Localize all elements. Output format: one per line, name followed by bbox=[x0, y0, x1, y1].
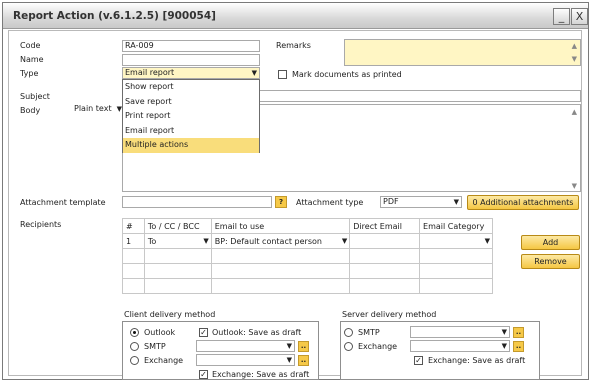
server-exchange-radio[interactable] bbox=[344, 342, 353, 351]
row-to-cell[interactable]: To ▼ bbox=[143, 233, 212, 249]
client-delivery-title: Client delivery method bbox=[124, 310, 216, 319]
name-label: Name bbox=[20, 55, 44, 64]
chevron-down-icon: ▼ bbox=[251, 69, 257, 77]
remove-recipient-button[interactable]: Remove bbox=[521, 254, 580, 269]
type-option-multiple-actions[interactable]: Multiple actions bbox=[123, 138, 259, 153]
client-smtp-browse-button[interactable]: .. bbox=[298, 341, 309, 352]
attachment-template-label: Attachment template bbox=[20, 198, 106, 207]
outlook-label: Outlook bbox=[144, 328, 176, 337]
outlook-draft-label: Outlook: Save as draft bbox=[212, 328, 302, 337]
code-value: RA-009 bbox=[125, 41, 154, 50]
scroll-down-icon[interactable]: ▼ bbox=[572, 54, 577, 64]
subject-label: Subject bbox=[20, 92, 50, 101]
table-row[interactable] bbox=[122, 248, 493, 264]
remarks-field[interactable]: ▲ ▼ bbox=[344, 39, 581, 66]
row-email-to-use-value: BP: Default contact person bbox=[214, 236, 322, 246]
server-smtp-radio[interactable] bbox=[344, 328, 353, 337]
attachment-type-label: Attachment type bbox=[296, 198, 364, 207]
remarks-label: Remarks bbox=[276, 41, 311, 50]
outlook-radio[interactable] bbox=[130, 328, 139, 337]
client-exchange-select[interactable]: ▼ bbox=[196, 354, 295, 366]
table-header-row: # To / CC / BCC Email to use Direct Emai… bbox=[122, 218, 493, 234]
type-value: Email report bbox=[125, 68, 175, 77]
chevron-down-icon: ▼ bbox=[203, 237, 209, 245]
exchange-label: Exchange bbox=[144, 356, 184, 365]
col-header-num: # bbox=[122, 218, 145, 234]
minimize-button[interactable]: _ bbox=[553, 8, 570, 25]
exchange-radio[interactable] bbox=[130, 356, 139, 365]
close-button[interactable]: X bbox=[571, 8, 588, 25]
type-option-email-report[interactable]: Email report bbox=[123, 124, 259, 139]
attachment-type-select[interactable]: PDF ▼ bbox=[380, 196, 462, 208]
server-exchange-draft-label: Exchange: Save as draft bbox=[428, 356, 526, 365]
exchange-draft-checkbox[interactable]: ✓ bbox=[199, 370, 208, 379]
table-row[interactable]: 1 To ▼ BP: Default contact person ▼ ▼ bbox=[122, 233, 493, 249]
scroll-up-icon[interactable]: ▲ bbox=[572, 41, 577, 51]
attachment-template-field[interactable] bbox=[122, 196, 272, 208]
server-delivery-title: Server delivery method bbox=[342, 310, 437, 319]
name-field[interactable] bbox=[122, 54, 260, 66]
col-header-to-cc-bcc: To / CC / BCC bbox=[143, 218, 212, 234]
col-header-direct-email: Direct Email bbox=[349, 218, 421, 234]
type-option-save-report[interactable]: Save report bbox=[123, 95, 259, 110]
recipients-table: # To / CC / BCC Email to use Direct Emai… bbox=[122, 218, 493, 294]
smtp-radio[interactable] bbox=[130, 342, 139, 351]
row-num: 1 bbox=[122, 233, 145, 249]
chevron-down-icon: ▼ bbox=[501, 342, 507, 350]
server-exchange-browse-button[interactable]: .. bbox=[513, 341, 524, 352]
smtp-label: SMTP bbox=[144, 342, 166, 351]
row-email-to-use-cell[interactable]: BP: Default contact person ▼ bbox=[210, 233, 351, 249]
type-label: Type bbox=[20, 69, 39, 78]
chevron-down-icon: ▼ bbox=[484, 237, 490, 245]
body-label: Body bbox=[20, 106, 41, 115]
attachment-type-value: PDF bbox=[383, 197, 399, 206]
mark-printed-checkbox[interactable] bbox=[278, 70, 287, 79]
row-direct-email-cell[interactable] bbox=[349, 233, 421, 249]
scroll-down-icon[interactable]: ▼ bbox=[572, 181, 577, 191]
attachment-template-help-button[interactable]: ? bbox=[275, 196, 287, 208]
col-header-email-to-use: Email to use bbox=[210, 218, 351, 234]
chevron-down-icon: ▼ bbox=[286, 356, 292, 364]
add-recipient-button[interactable]: Add bbox=[521, 235, 580, 250]
code-field[interactable]: RA-009 bbox=[122, 40, 260, 52]
mark-printed-label: Mark documents as printed bbox=[292, 70, 402, 79]
type-select[interactable]: Email report ▼ bbox=[122, 67, 260, 79]
window-title: Report Action (v.6.1.2.5) [900054] bbox=[13, 10, 216, 22]
body-format-select[interactable]: Plain text ▼ bbox=[72, 104, 122, 116]
col-header-email-category: Email Category bbox=[419, 218, 493, 234]
client-smtp-select[interactable]: ▼ bbox=[196, 340, 295, 352]
outlook-draft-checkbox[interactable]: ✓ bbox=[199, 328, 208, 337]
additional-attachments-button[interactable]: 0 Additional attachments bbox=[467, 195, 579, 210]
server-smtp-label: SMTP bbox=[358, 328, 380, 337]
body-format-value: Plain text bbox=[74, 104, 112, 113]
client-exchange-browse-button[interactable]: .. bbox=[298, 355, 309, 366]
row-email-category-cell[interactable]: ▼ bbox=[419, 233, 493, 249]
type-option-show-report[interactable]: Show report bbox=[123, 80, 259, 95]
type-option-print-report[interactable]: Print report bbox=[123, 109, 259, 124]
exchange-draft-label: Exchange: Save as draft bbox=[212, 370, 310, 379]
chevron-down-icon: ▼ bbox=[453, 198, 459, 206]
title-bar[interactable]: Report Action (v.6.1.2.5) [900054] _ X bbox=[3, 3, 588, 29]
server-exchange-label: Exchange bbox=[358, 342, 398, 351]
recipients-label: Recipients bbox=[20, 220, 62, 229]
chevron-down-icon: ▼ bbox=[501, 328, 507, 336]
scroll-up-icon[interactable]: ▲ bbox=[572, 107, 577, 117]
server-smtp-browse-button[interactable]: .. bbox=[513, 327, 524, 338]
table-row[interactable] bbox=[122, 263, 493, 279]
server-exchange-draft-checkbox[interactable]: ✓ bbox=[414, 356, 423, 365]
server-exchange-select[interactable]: ▼ bbox=[410, 340, 510, 352]
chevron-down-icon: ▼ bbox=[286, 342, 292, 350]
code-label: Code bbox=[20, 41, 41, 50]
row-to-value: To bbox=[147, 236, 157, 246]
server-smtp-select[interactable]: ▼ bbox=[410, 326, 510, 338]
type-dropdown-list: Show report Save report Print report Ema… bbox=[122, 79, 260, 153]
table-row[interactable] bbox=[122, 278, 493, 294]
chevron-down-icon: ▼ bbox=[341, 237, 348, 245]
